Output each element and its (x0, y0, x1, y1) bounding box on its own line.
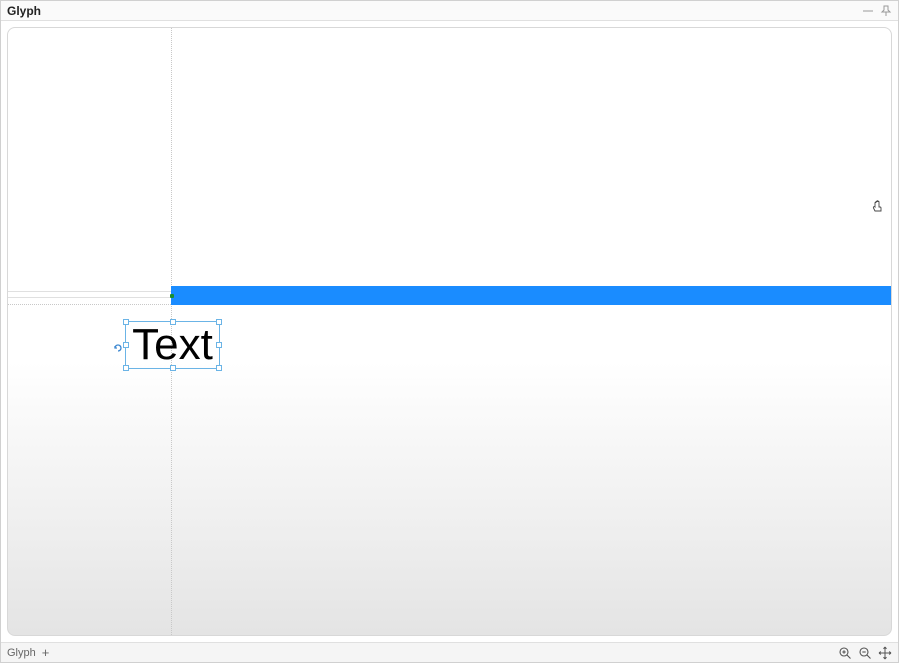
selection-highlight-bar (171, 286, 891, 305)
metric-line (8, 297, 171, 298)
text-object[interactable]: Text (125, 321, 220, 369)
zoom-in-icon[interactable] (838, 646, 852, 660)
titlebar-controls (862, 5, 892, 17)
panel-title: Glyph (7, 4, 41, 18)
rotate-handle-icon[interactable] (112, 342, 124, 354)
text-content: Text (132, 323, 213, 367)
resize-handle-se[interactable] (216, 365, 222, 371)
hand-cursor-icon (871, 198, 887, 219)
add-glyph-button[interactable]: + (42, 646, 50, 659)
pan-icon[interactable] (878, 646, 892, 660)
metric-line (8, 291, 171, 292)
anchor-node-icon[interactable] (170, 294, 174, 298)
resize-handle-s[interactable] (170, 365, 176, 371)
resize-handle-ne[interactable] (216, 319, 222, 325)
glyph-window: Glyph Text (0, 0, 899, 663)
pin-icon[interactable] (880, 5, 892, 17)
status-left: Glyph + (7, 646, 49, 659)
glyph-canvas[interactable]: Text (7, 27, 892, 636)
statusbar: Glyph + (1, 642, 898, 662)
titlebar: Glyph (1, 1, 898, 21)
status-right (838, 646, 892, 660)
minimize-icon[interactable] (862, 5, 874, 17)
glyph-tab-label[interactable]: Glyph (7, 647, 36, 659)
resize-handle-nw[interactable] (123, 319, 129, 325)
zoom-out-icon[interactable] (858, 646, 872, 660)
resize-handle-e[interactable] (216, 342, 222, 348)
resize-handle-sw[interactable] (123, 365, 129, 371)
resize-handle-n[interactable] (170, 319, 176, 325)
